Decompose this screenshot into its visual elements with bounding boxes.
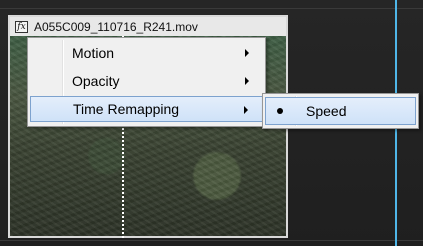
fx-context-menu: Motion Opacity Time Remapping <box>27 37 266 127</box>
menu-item-motion[interactable]: Motion <box>30 40 263 66</box>
menu-item-label: Time Remapping <box>73 101 180 117</box>
submenu-arrow-icon <box>244 106 248 114</box>
menu-item-time-remapping[interactable]: Time Remapping <box>30 96 263 122</box>
menu-item-label: Opacity <box>72 73 120 89</box>
menu-item-label: Motion <box>72 45 115 61</box>
track-divider <box>0 8 423 9</box>
track-divider <box>0 240 423 241</box>
clip-name: A055C009_110716_R241.mov <box>34 19 198 34</box>
time-remapping-submenu: Speed <box>262 93 419 129</box>
submenu-arrow-icon <box>245 77 249 85</box>
clip-header[interactable]: fx A055C009_110716_R241.mov <box>10 17 286 36</box>
menu-item-speed[interactable]: Speed <box>265 97 416 125</box>
menu-item-label: Speed <box>306 103 347 119</box>
submenu-arrow-icon <box>245 49 249 57</box>
radio-bullet-icon <box>277 108 283 114</box>
menu-item-opacity[interactable]: Opacity <box>30 68 263 94</box>
timeline-panel: fx A055C009_110716_R241.mov Motion Opaci… <box>0 0 423 246</box>
fx-badge-icon[interactable]: fx <box>15 20 28 33</box>
